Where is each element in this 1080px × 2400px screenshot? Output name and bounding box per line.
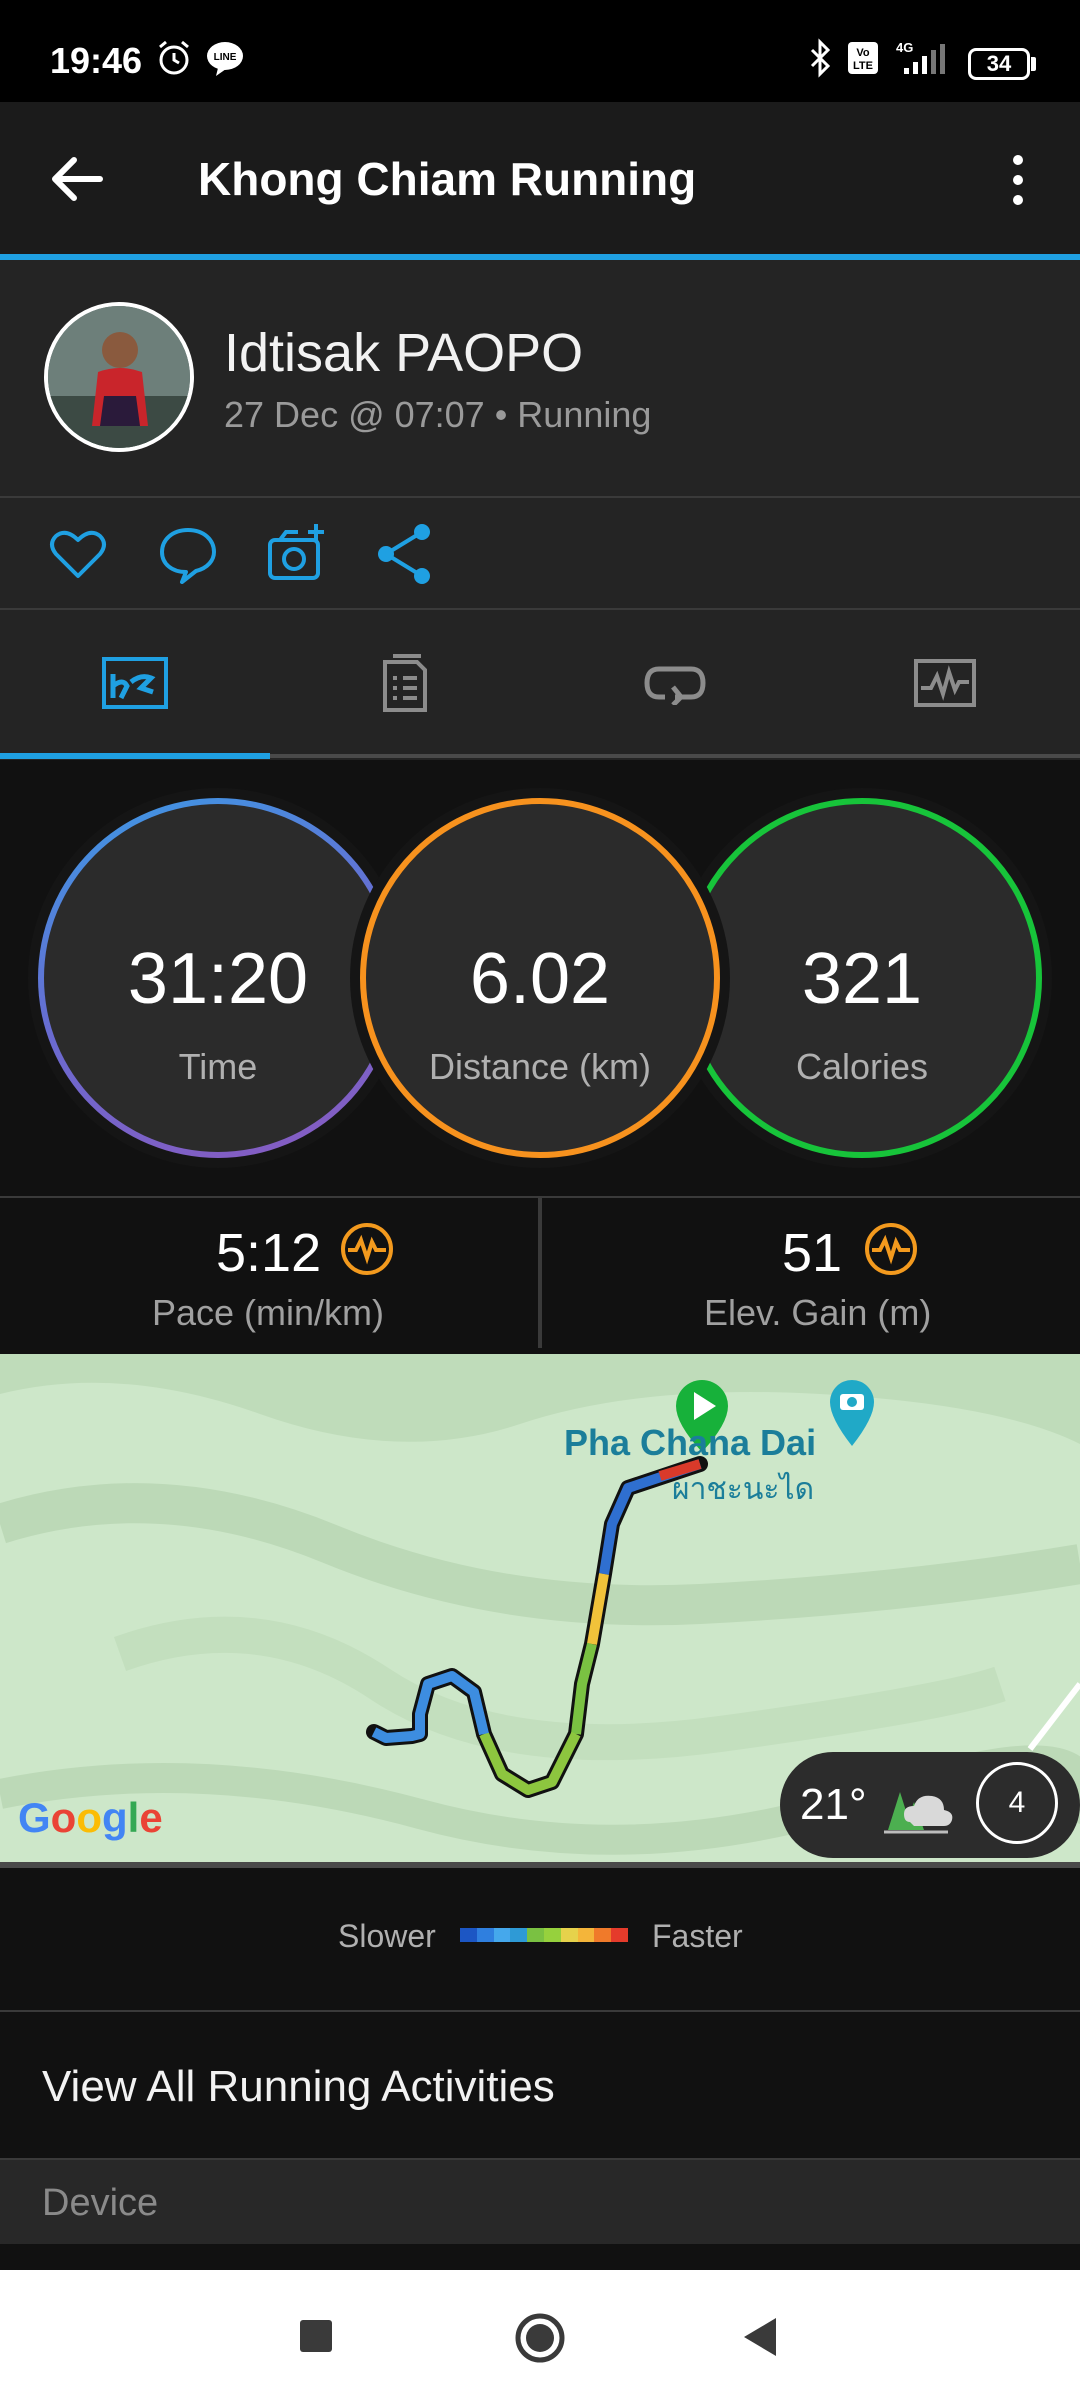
legend-segment xyxy=(460,1928,477,1942)
compass-icon[interactable]: 4 xyxy=(976,1762,1058,1844)
time-label: Time xyxy=(178,1046,258,1087)
elevation-value: 51 xyxy=(782,1223,843,1283)
legend-color-bar xyxy=(460,1928,628,1942)
elevation-chart-icon[interactable] xyxy=(864,1222,918,1276)
alarm-icon xyxy=(159,40,189,75)
poi-name[interactable]: Pha Chana Dai xyxy=(564,1422,816,1464)
legend-segment xyxy=(594,1928,612,1942)
legend-segment xyxy=(560,1928,578,1942)
add-photo-icon[interactable] xyxy=(264,522,328,586)
time-value: 31:20 xyxy=(127,939,309,1019)
tab-details[interactable] xyxy=(270,610,540,756)
svg-text:4G: 4G xyxy=(896,40,913,55)
legend-faster-label: Faster xyxy=(652,1918,743,1954)
back-nav-icon[interactable] xyxy=(740,2316,780,2358)
calories-value: 321 xyxy=(801,939,923,1019)
pace-chart-icon[interactable] xyxy=(340,1222,394,1276)
overview-tab-icon xyxy=(102,657,168,709)
legend-segment xyxy=(510,1928,528,1942)
recent-apps-icon[interactable] xyxy=(298,2318,334,2354)
device-section-label: Device xyxy=(42,2182,159,2224)
google-logo: Google xyxy=(18,1794,163,1841)
line-app-icon: LINE xyxy=(207,42,243,76)
calories-label: Calories xyxy=(795,1046,929,1087)
weather-temperature: 21° xyxy=(800,1780,867,1829)
legend-segment xyxy=(577,1928,595,1942)
legend-segment xyxy=(527,1928,544,1942)
svg-text:LINE: LINE xyxy=(214,52,237,63)
legend-slower-label: Slower xyxy=(338,1918,436,1954)
tab-laps[interactable] xyxy=(540,610,810,756)
activity-meta: 27 Dec @ 07:07 • Running xyxy=(224,394,652,435)
back-arrow-icon[interactable] xyxy=(50,156,104,202)
user-name: Idtisak PAOPO xyxy=(224,323,584,383)
svg-text:LTE: LTE xyxy=(853,60,873,72)
tab-charts[interactable] xyxy=(810,610,1080,756)
legend-segment xyxy=(476,1928,494,1942)
charts-tab-icon xyxy=(914,659,976,707)
comment-icon[interactable] xyxy=(156,522,220,586)
bottom-gap xyxy=(0,2244,1080,2270)
laps-tab-icon xyxy=(644,666,706,705)
pace-value: 5:12 xyxy=(216,1223,322,1283)
status-time: 19:46 xyxy=(50,40,143,81)
svg-text:Vo: Vo xyxy=(856,47,870,59)
legend-segment xyxy=(543,1928,561,1942)
metrics-divider xyxy=(538,1198,542,1348)
poi-thai-name: ผาชะนะได xyxy=(672,1473,815,1506)
bluetooth-icon xyxy=(810,38,831,78)
device-section-header xyxy=(0,2160,1080,2244)
tab-overview[interactable] xyxy=(0,610,270,756)
pace-label: Pace (min/km) xyxy=(152,1292,385,1333)
battery-icon: 34 xyxy=(968,48,1030,80)
volte-icon: Vo LTE xyxy=(848,42,878,74)
legend-segment xyxy=(493,1928,511,1942)
share-icon[interactable] xyxy=(374,522,438,586)
legend-segment xyxy=(611,1928,628,1942)
distance-value: 6.02 xyxy=(469,939,611,1019)
like-icon[interactable] xyxy=(46,522,110,586)
avatar[interactable] xyxy=(44,302,194,452)
tab-active-indicator xyxy=(0,753,270,759)
view-all-activities-label[interactable]: View All Running Activities xyxy=(42,2062,555,2112)
signal-icon: 4G xyxy=(896,40,945,74)
more-vert-icon[interactable] xyxy=(1006,152,1030,208)
weather-cloud-icon xyxy=(884,1792,953,1834)
home-icon[interactable] xyxy=(514,2312,566,2364)
details-tab-icon xyxy=(383,654,427,712)
page-title: Khong Chiam Running xyxy=(198,153,697,205)
battery-tip xyxy=(1031,57,1036,71)
distance-label: Distance (km) xyxy=(428,1046,652,1087)
elevation-label: Elev. Gain (m) xyxy=(704,1292,932,1333)
